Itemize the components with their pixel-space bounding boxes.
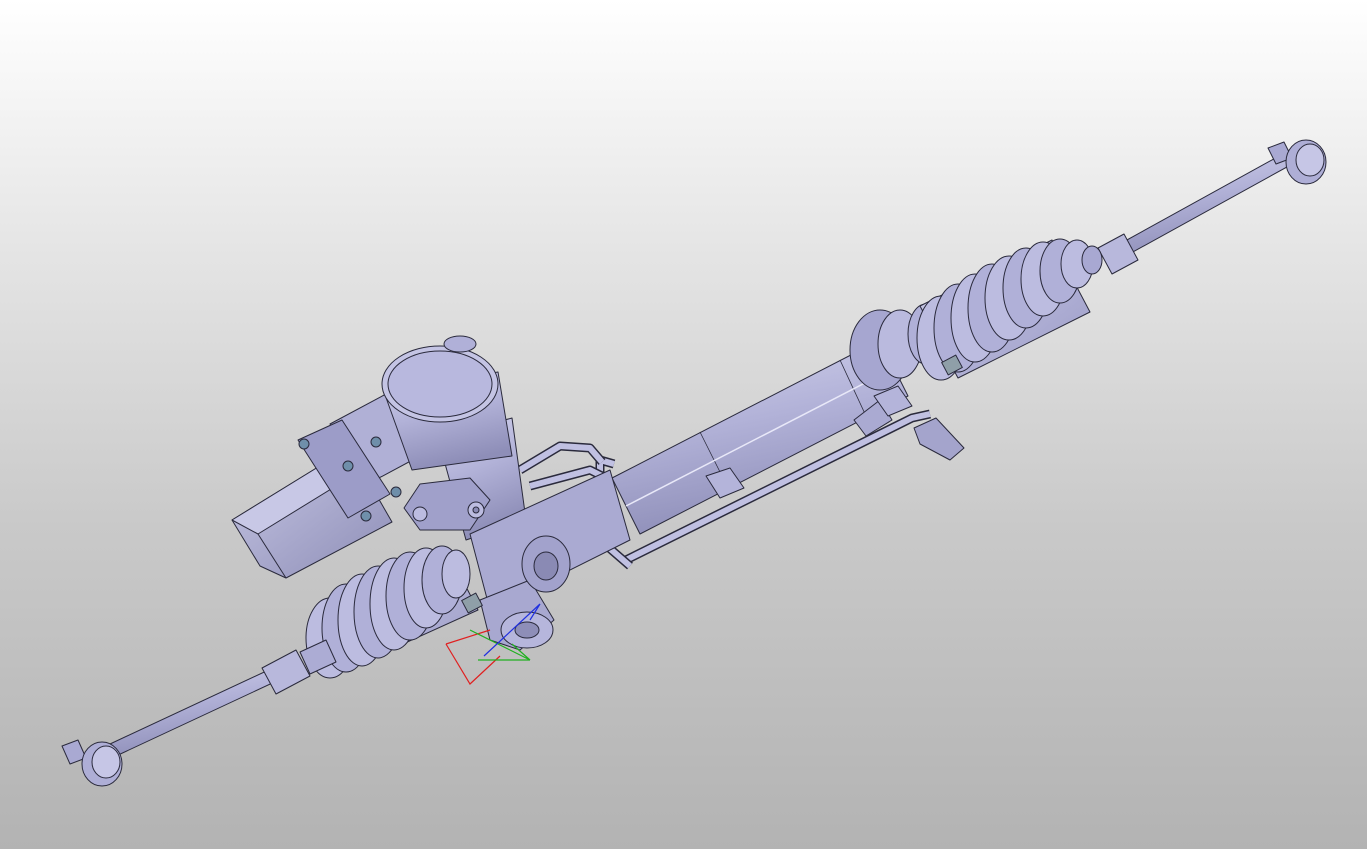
3d-viewport[interactable] (0, 0, 1367, 849)
left-tie-rod-end (81, 741, 123, 787)
right-mount-bracket (853, 399, 965, 461)
right-bellows-boot (916, 238, 1103, 381)
right-tie-rod-end (1285, 139, 1327, 185)
electric-motor (231, 419, 402, 579)
right-tie-rod (1097, 141, 1297, 275)
steering-rack-assembly-icon[interactable] (0, 0, 1367, 849)
